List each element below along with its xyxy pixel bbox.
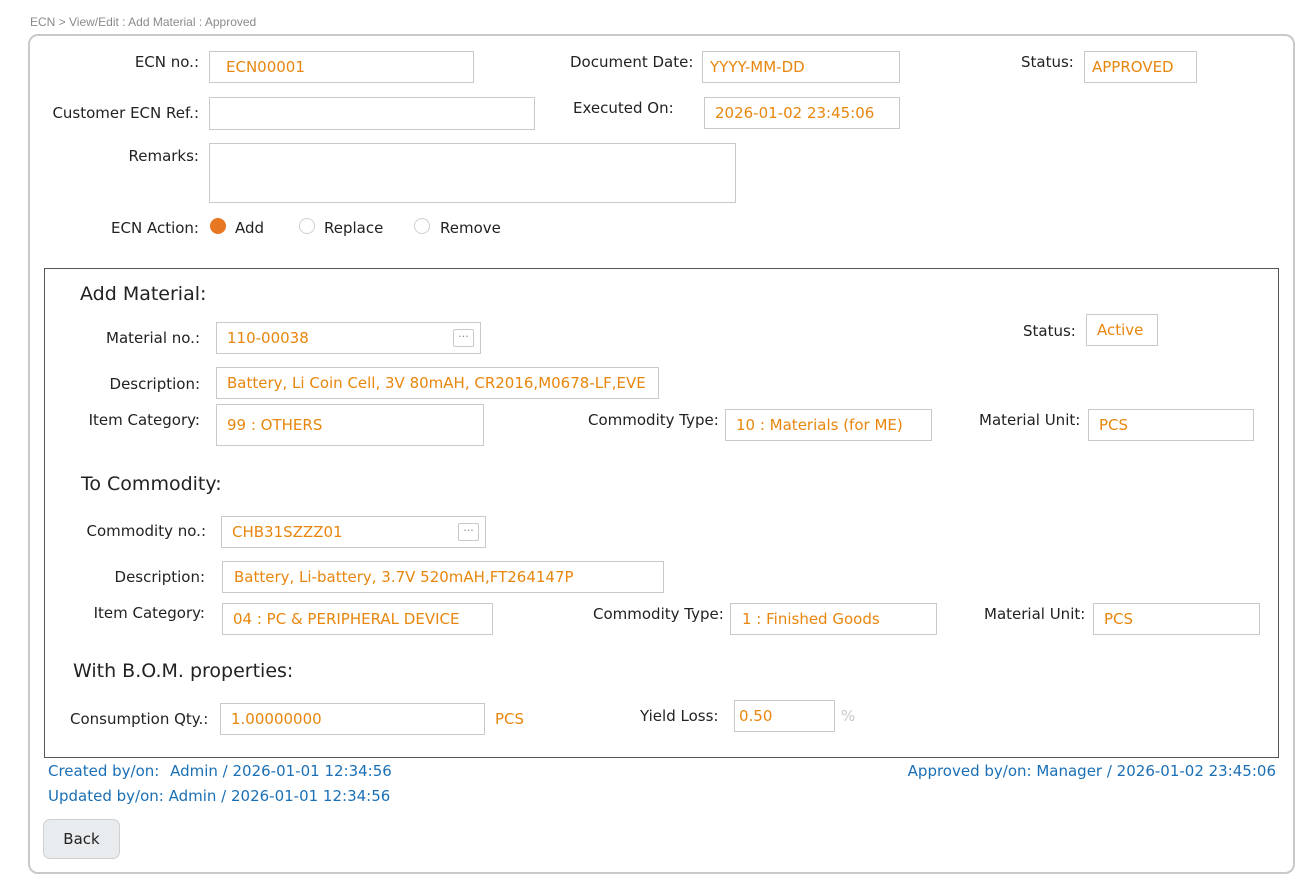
radio-add-label[interactable]: Add bbox=[235, 219, 264, 237]
consumption-qty-label: Consumption Qty.: bbox=[70, 710, 209, 728]
material-status-field: Active bbox=[1086, 314, 1158, 346]
ellipsis-icon[interactable]: ··· bbox=[453, 329, 474, 347]
updated-label: Updated by/on: bbox=[48, 787, 164, 805]
approved-info: Approved by/on: Manager / 2026-01-02 23:… bbox=[908, 762, 1276, 780]
created-info: Created by/on: Admin / 2026-01-01 12:34:… bbox=[48, 762, 392, 780]
to-commodity-title: To Commodity: bbox=[81, 473, 222, 495]
bom-title: With B.O.M. properties: bbox=[73, 660, 294, 682]
material-commodity-type-field: 10 : Materials (for ME) bbox=[725, 409, 932, 441]
material-item-category-label: Item Category: bbox=[88, 411, 200, 429]
material-unit-label: Material Unit: bbox=[979, 411, 1081, 429]
remarks-field[interactable] bbox=[209, 143, 736, 203]
status-field: APPROVED bbox=[1084, 51, 1197, 83]
customer-ref-label: Customer ECN Ref.: bbox=[52, 104, 199, 122]
radio-replace[interactable] bbox=[299, 218, 315, 234]
material-no-value: 110-00038 bbox=[227, 329, 309, 347]
radio-add[interactable] bbox=[210, 218, 226, 234]
radio-remove-label[interactable]: Remove bbox=[440, 219, 501, 237]
back-button[interactable]: Back bbox=[43, 819, 120, 859]
consumption-qty-field[interactable]: 1.00000000 bbox=[220, 703, 485, 735]
ecn-no-field[interactable]: ECN00001 bbox=[209, 51, 474, 83]
created-label: Created by/on: bbox=[48, 762, 160, 780]
material-no-field[interactable]: 110-00038 ··· bbox=[216, 322, 481, 354]
material-status-label: Status: bbox=[1023, 322, 1076, 340]
commodity-item-category-field: 04 : PC & PERIPHERAL DEVICE bbox=[222, 603, 493, 635]
status-label: Status: bbox=[1021, 53, 1074, 71]
yield-loss-unit: % bbox=[841, 707, 856, 725]
updated-value: Admin / 2026-01-01 12:34:56 bbox=[168, 787, 391, 805]
commodity-description-field: Battery, Li-battery, 3.7V 520mAH,FT26414… bbox=[222, 561, 664, 593]
executed-on-field: 2026-01-02 23:45:06 bbox=[704, 97, 900, 129]
updated-info: Updated by/on: Admin / 2026-01-01 12:34:… bbox=[48, 787, 390, 805]
commodity-type-label: Commodity Type: bbox=[593, 605, 724, 623]
customer-ref-field[interactable] bbox=[209, 97, 535, 130]
commodity-description-label: Description: bbox=[114, 568, 205, 586]
commodity-no-field[interactable]: CHB31SZZZ01 ··· bbox=[221, 516, 486, 548]
commodity-unit-label: Material Unit: bbox=[984, 605, 1086, 623]
approved-label: Approved by/on: bbox=[907, 762, 1032, 780]
material-description-label: Description: bbox=[109, 375, 200, 393]
remarks-label: Remarks: bbox=[128, 147, 199, 165]
executed-on-label: Executed On: bbox=[573, 99, 674, 117]
commodity-unit-field: PCS bbox=[1093, 603, 1260, 635]
ellipsis-icon[interactable]: ··· bbox=[458, 523, 479, 541]
material-item-category-field: 99 : OTHERS bbox=[216, 404, 484, 446]
consumption-unit: PCS bbox=[495, 710, 525, 728]
material-unit-field: PCS bbox=[1088, 409, 1254, 441]
commodity-item-category-label: Item Category: bbox=[93, 604, 205, 622]
ecn-no-label: ECN no.: bbox=[134, 53, 199, 71]
material-commodity-type-label: Commodity Type: bbox=[588, 411, 719, 429]
ecn-action-label: ECN Action: bbox=[111, 219, 199, 237]
commodity-no-value: CHB31SZZZ01 bbox=[232, 523, 343, 541]
material-no-label: Material no.: bbox=[106, 329, 200, 347]
commodity-no-label: Commodity no.: bbox=[86, 522, 206, 540]
yield-loss-label: Yield Loss: bbox=[640, 707, 719, 725]
document-date-field[interactable]: YYYY-MM-DD bbox=[702, 51, 900, 83]
breadcrumb: ECN > View/Edit : Add Material : Approve… bbox=[30, 15, 257, 29]
yield-loss-field[interactable]: 0.50 bbox=[734, 700, 835, 732]
created-value: Admin / 2026-01-01 12:34:56 bbox=[170, 762, 392, 780]
radio-remove[interactable] bbox=[414, 218, 430, 234]
add-material-title: Add Material: bbox=[80, 283, 207, 305]
radio-replace-label[interactable]: Replace bbox=[324, 219, 383, 237]
material-description-field: Battery, Li Coin Cell, 3V 80mAH, CR2016,… bbox=[216, 367, 659, 399]
commodity-type-field: 1 : Finished Goods bbox=[730, 603, 937, 635]
approved-value: Manager / 2026-01-02 23:45:06 bbox=[1036, 762, 1276, 780]
document-date-label: Document Date: bbox=[570, 53, 694, 71]
